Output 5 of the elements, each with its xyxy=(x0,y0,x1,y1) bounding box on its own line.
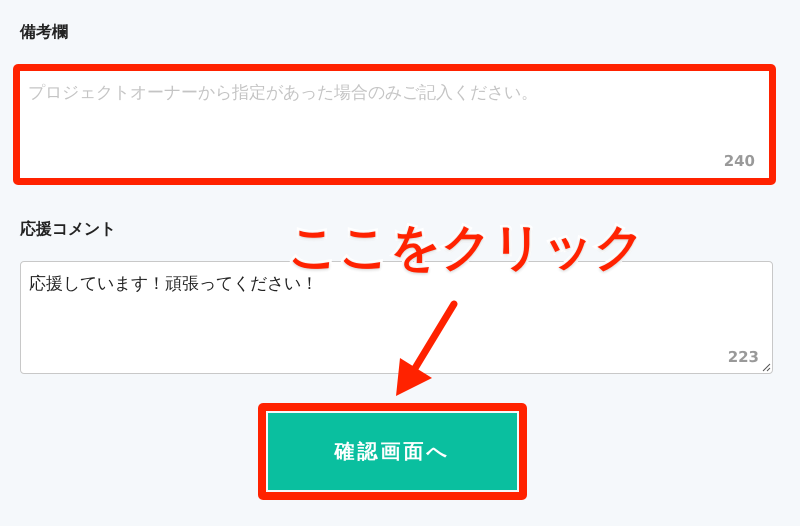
character-counter: 223 xyxy=(728,348,759,366)
character-counter: 240 xyxy=(724,152,755,170)
field-label: 応援コメント xyxy=(20,218,117,240)
field-label: 備考欄 xyxy=(20,21,69,43)
resize-handle-icon[interactable] xyxy=(762,363,771,372)
